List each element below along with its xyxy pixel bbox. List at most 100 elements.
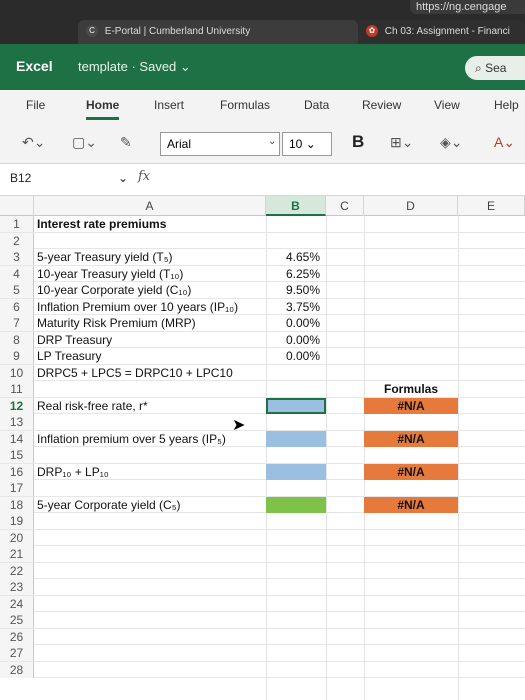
cell-b[interactable] xyxy=(266,645,326,661)
cell-b[interactable] xyxy=(266,447,326,463)
row-header[interactable]: 14 xyxy=(0,430,34,447)
column-header-e[interactable]: E xyxy=(458,196,525,216)
column-header-a[interactable]: A xyxy=(34,196,266,216)
cell-d[interactable]: #N/A xyxy=(364,430,458,447)
cell-d[interactable] xyxy=(364,447,458,463)
tab-view[interactable]: View xyxy=(434,98,460,112)
row-header[interactable]: 11 xyxy=(0,381,34,397)
cell-b[interactable] xyxy=(266,233,326,249)
cell-a[interactable] xyxy=(37,381,267,397)
font-name-select[interactable]: Arial xyxy=(160,132,280,156)
app-name[interactable]: Excel xyxy=(16,58,53,74)
select-all-corner[interactable] xyxy=(0,196,34,216)
cell-d[interactable]: #N/A xyxy=(364,397,458,414)
cell-a[interactable] xyxy=(37,447,267,463)
cell-b[interactable] xyxy=(266,480,326,496)
row-header[interactable]: 5 xyxy=(0,282,34,298)
chevron-down-icon[interactable]: ⌄ xyxy=(118,171,128,185)
fill-color-icon[interactable]: ◈⌄ xyxy=(440,134,463,151)
bold-button[interactable]: B xyxy=(352,132,364,152)
cell-b[interactable]: 0.00% xyxy=(266,348,326,364)
cell-d[interactable] xyxy=(364,530,458,546)
cell-d[interactable] xyxy=(364,596,458,612)
cell-a[interactable]: Maturity Risk Premium (MRP) xyxy=(37,315,267,331)
row-header[interactable]: 25 xyxy=(0,612,34,628)
column-header-b[interactable]: B xyxy=(266,196,326,216)
row-header[interactable]: 19 xyxy=(0,513,34,529)
borders-icon[interactable]: ⊞⌄ xyxy=(390,134,413,151)
row-header[interactable]: 15 xyxy=(0,447,34,463)
font-color-icon[interactable]: A⌄ xyxy=(494,134,515,151)
cell-b[interactable] xyxy=(266,579,326,595)
cell-b[interactable] xyxy=(266,365,326,381)
row-header[interactable]: 1 xyxy=(0,216,34,232)
document-title[interactable]: template · Saved ⌄ xyxy=(78,59,191,75)
cell-b[interactable]: 0.00% xyxy=(266,332,326,348)
clipboard-icon[interactable]: ▢⌄ xyxy=(72,134,97,151)
cell-d[interactable] xyxy=(364,662,458,678)
cell-d[interactable] xyxy=(364,332,458,348)
cell-a[interactable] xyxy=(37,513,267,529)
cell-d[interactable]: #N/A xyxy=(364,463,458,480)
browser-tab-eportal[interactable]: C E-Portal | Cumberland University xyxy=(78,20,358,44)
cell-d[interactable] xyxy=(364,645,458,661)
cell-a[interactable]: Inflation Premium over 10 years (IP₁₀) xyxy=(37,299,267,315)
row-header[interactable]: 23 xyxy=(0,579,34,595)
address-bar[interactable]: https://ng.cengage xyxy=(410,0,525,14)
row-header[interactable]: 22 xyxy=(0,562,34,579)
cell-a[interactable]: Real risk-free rate, r* xyxy=(37,398,267,414)
cell-b[interactable] xyxy=(266,546,326,562)
cell-d[interactable] xyxy=(364,579,458,595)
cell-a[interactable] xyxy=(37,563,267,579)
cell-b[interactable] xyxy=(266,496,326,513)
cell-b[interactable] xyxy=(266,612,326,628)
undo-icon[interactable]: ↶⌄ xyxy=(22,134,45,151)
cell-b[interactable] xyxy=(266,629,326,645)
row-header[interactable]: 21 xyxy=(0,546,34,562)
cell-a[interactable] xyxy=(37,645,267,661)
cell-a[interactable]: 5-year Corporate yield (C₅) xyxy=(37,497,267,513)
cell-b[interactable] xyxy=(266,463,326,480)
cell-d[interactable]: #N/A xyxy=(364,496,458,513)
cell-b[interactable] xyxy=(266,662,326,678)
cell-d[interactable] xyxy=(364,414,458,430)
cell-a[interactable] xyxy=(37,612,267,628)
cell-a[interactable]: DRP Treasury xyxy=(37,332,267,348)
cell-a[interactable] xyxy=(37,480,267,496)
row-header[interactable]: 9 xyxy=(0,348,34,364)
cell-b[interactable] xyxy=(266,563,326,579)
tab-file[interactable]: File xyxy=(26,98,45,112)
row-header[interactable]: 10 xyxy=(0,364,34,381)
cell-b[interactable]: 0.00% xyxy=(266,315,326,331)
cell-a[interactable] xyxy=(37,546,267,562)
name-box[interactable]: B12 ⌄ xyxy=(10,171,128,189)
cell-a[interactable] xyxy=(37,596,267,612)
row-header[interactable]: 18 xyxy=(0,496,34,513)
chevron-down-icon[interactable]: ⌄ xyxy=(268,136,276,147)
column-header-c[interactable]: C xyxy=(326,196,364,216)
cell-a[interactable]: DRPC5 + LPC5 = DRPC10 + LPC10 xyxy=(37,365,267,381)
cell-d[interactable] xyxy=(364,365,458,381)
cell-d[interactable] xyxy=(364,480,458,496)
tab-formulas[interactable]: Formulas xyxy=(220,98,270,112)
font-size-select[interactable]: 10 ⌄ xyxy=(282,132,332,156)
cell-a[interactable] xyxy=(37,530,267,546)
cell-a[interactable]: 10-year Treasury yield (T₁₀) xyxy=(37,266,267,282)
row-header[interactable]: 12 xyxy=(0,397,34,414)
cell-d[interactable] xyxy=(364,563,458,579)
cell-d[interactable] xyxy=(364,546,458,562)
row-header[interactable]: 4 xyxy=(0,265,34,282)
row-header[interactable]: 20 xyxy=(0,529,34,546)
cell-d[interactable] xyxy=(364,629,458,645)
row-header[interactable]: 13 xyxy=(0,414,34,430)
cell-a[interactable]: LP Treasury xyxy=(37,348,267,364)
cell-b[interactable]: 6.25% xyxy=(266,266,326,282)
cell-b[interactable] xyxy=(266,596,326,612)
row-header[interactable]: 8 xyxy=(0,331,34,348)
cell-b[interactable]: 4.65% xyxy=(266,249,326,265)
tab-data[interactable]: Data xyxy=(304,98,329,112)
cell-a[interactable] xyxy=(37,662,267,678)
tab-review[interactable]: Review xyxy=(362,98,401,112)
browser-tab-assignment[interactable]: ✿ Ch 03: Assignment - Financi xyxy=(358,20,525,44)
cell-d[interactable] xyxy=(364,216,458,232)
